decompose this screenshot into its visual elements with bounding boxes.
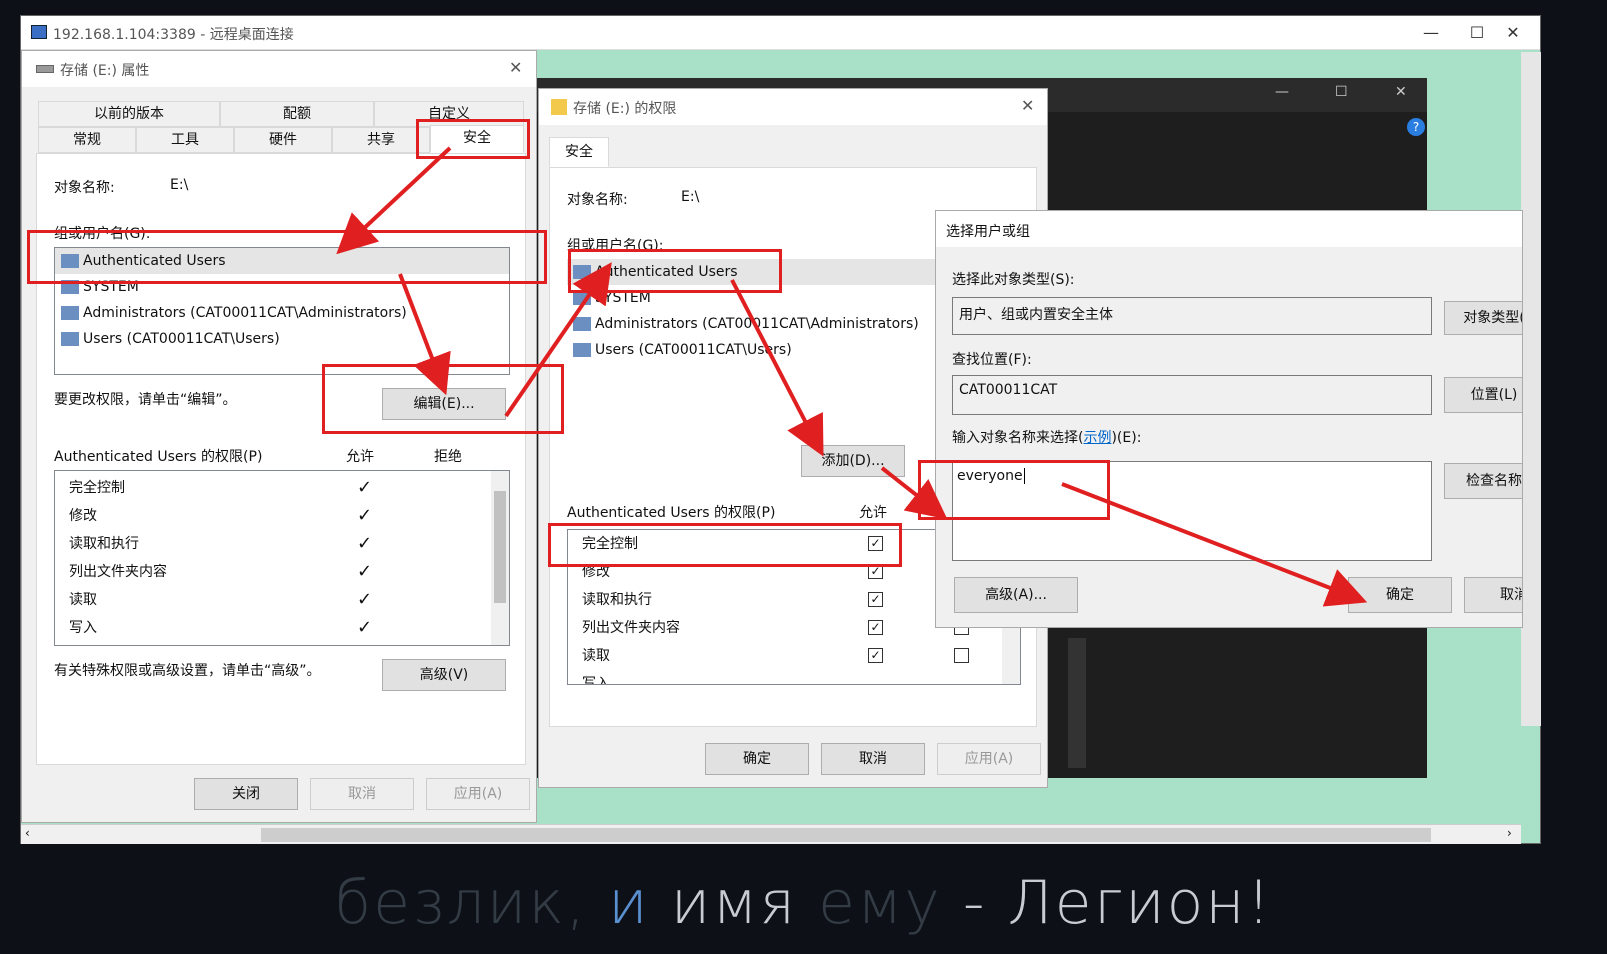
arrow-line <box>398 273 451 396</box>
arrow-line <box>880 466 948 520</box>
arrow-line <box>504 262 612 418</box>
annotation-arrows <box>336 146 1368 607</box>
arrow-line <box>336 146 452 255</box>
arrow-line <box>730 279 824 457</box>
arrow-line <box>1061 482 1368 607</box>
caption-text: безлик, и имя ему - Легион! <box>334 868 1273 938</box>
